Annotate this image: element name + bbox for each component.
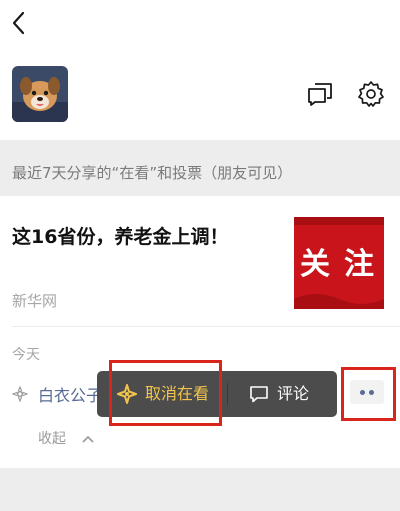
highlight-more-options (341, 367, 396, 421)
highlight-cancel-watching (109, 360, 222, 426)
chevron-up-icon (82, 435, 95, 443)
gear-icon (358, 81, 384, 107)
collapse-button[interactable]: 收起 (38, 428, 95, 448)
page-background (0, 468, 400, 511)
chat-bubbles-icon (308, 83, 332, 106)
shared-article-card: 这16省份，养老金上调！ 新华网 关 注 今天 白衣公子 收起 (0, 196, 400, 468)
article-thumbnail[interactable]: 关 注 (294, 217, 384, 309)
flower-icon (11, 385, 29, 403)
comment-button[interactable]: 评论 (249, 371, 309, 417)
popup-separator (227, 383, 228, 405)
chevron-left-icon (12, 11, 25, 35)
thumbnail-wave (294, 294, 384, 309)
settings-button[interactable] (357, 80, 385, 108)
article-source: 新华网 (12, 292, 58, 310)
friend-name[interactable]: 白衣公子 (38, 382, 98, 406)
profile-header (0, 0, 400, 140)
thumbnail-text-right: 注 (344, 247, 374, 282)
comment-label: 评论 (277, 384, 310, 403)
comment-icon (250, 386, 268, 403)
divider (12, 326, 400, 327)
article-title[interactable]: 这16省份，养老金上调！ (12, 222, 228, 249)
thumbnail-band (294, 217, 384, 225)
message-button[interactable] (306, 80, 334, 108)
section-label: 最近7天分享的“在看”和投票（朋友可见） (0, 150, 400, 196)
friend-icon (11, 385, 29, 403)
date-label: 今天 (12, 347, 40, 363)
thumbnail-text-left: 关 (300, 247, 330, 282)
dog-avatar (12, 66, 68, 122)
back-button[interactable] (6, 10, 32, 36)
avatar[interactable] (12, 66, 68, 122)
collapse-label: 收起 (38, 431, 66, 447)
